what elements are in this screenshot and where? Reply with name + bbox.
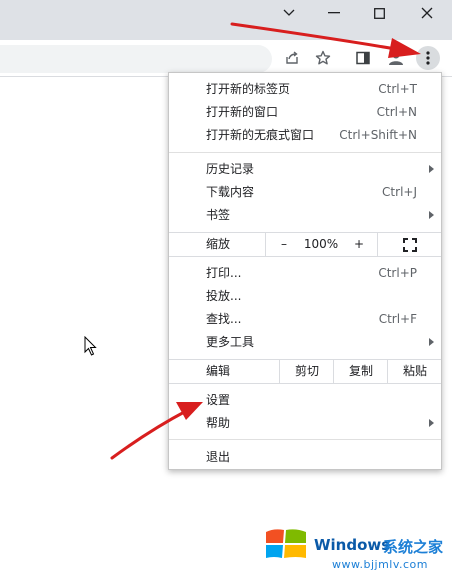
watermark-url: www.bjjmlv.com (332, 558, 428, 571)
annotation-arrows (110, 22, 421, 460)
annotation-arrow-top (230, 22, 421, 58)
annotation-arrow-bottom (110, 402, 203, 460)
windows-logo-icon (266, 529, 306, 558)
watermark-site-name: 系统之家 (383, 538, 444, 556)
watermark: Windows 系统之家 www.bjjmlv.com (264, 518, 452, 576)
watermark-brand: Windows (314, 536, 391, 554)
